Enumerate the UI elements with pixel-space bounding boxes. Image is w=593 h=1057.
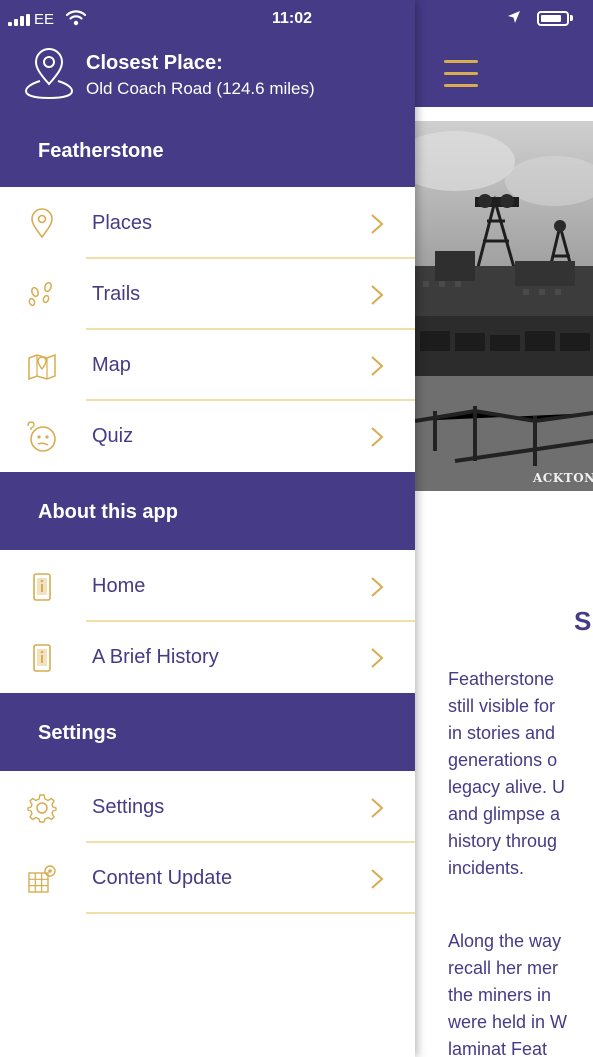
menu-item-label: Trails: [92, 283, 141, 305]
intro-paragraph: Featherstone still visible for in stories …: [448, 666, 593, 882]
chevron-right-icon: [371, 285, 384, 305]
signal-strength-icon: [8, 14, 32, 26]
hero-photo-caption: ACKTON H: [533, 471, 593, 485]
divider: [86, 912, 415, 914]
closest-place-title: Closest Place:: [86, 52, 223, 74]
closest-place-subtitle: Old Coach Road (124.6 miles): [86, 79, 315, 98]
menu-item-quiz[interactable]: Quiz: [0, 401, 415, 472]
paragraph-line: and glimpse a: [448, 804, 561, 824]
chevron-right-icon: [371, 869, 384, 889]
page-heading: S: [574, 606, 592, 636]
paragraph-line: in stories and: [448, 723, 556, 743]
menu-item-label: Quiz: [92, 425, 134, 447]
paragraph-line: Featherstone: [448, 669, 555, 689]
menu-item-settings[interactable]: Settings: [0, 772, 415, 843]
chevron-right-icon: [371, 577, 384, 597]
wifi-icon: [66, 10, 86, 26]
side-drawer: EE 11:02 Closest Place: Old Coach Road (…: [0, 0, 415, 1057]
paragraph-line: history throug: [448, 831, 558, 851]
menu-item-label: Settings: [92, 796, 165, 818]
menu-item-label: Content Update: [92, 867, 233, 889]
menu-item-label: A Brief History: [92, 646, 219, 668]
paragraph-line: still visible for: [448, 696, 556, 716]
section-header-featherstone: Featherstone: [0, 113, 415, 187]
chevron-right-icon: [371, 648, 384, 668]
thinking-face-icon: [27, 421, 56, 452]
chevron-right-icon: [371, 798, 384, 818]
menu-item-content-update[interactable]: Content Update: [0, 843, 415, 914]
status-bar-right: [415, 0, 593, 34]
paragraph-line: recall her mer: [448, 958, 559, 978]
section-title: Featherstone: [38, 140, 164, 162]
paragraph-line: laminat Feat: [448, 1039, 548, 1057]
section-header-settings: Settings: [0, 693, 415, 771]
hamburger-menu-icon[interactable]: [444, 58, 478, 90]
footprints-icon: [28, 281, 52, 307]
chevron-right-icon: [371, 427, 384, 447]
gear-icon: [27, 794, 57, 823]
menu-item-home[interactable]: Home: [0, 551, 415, 622]
location-pin-icon: [31, 208, 53, 239]
section-title: Settings: [38, 722, 117, 744]
menu-item-label: Places: [92, 212, 153, 234]
paragraph-line: were held in W: [448, 1012, 568, 1032]
paragraph-line: Along the way: [448, 931, 562, 951]
map-icon: [28, 353, 56, 381]
menu-item-map[interactable]: Map: [0, 330, 415, 401]
battery-icon: [537, 11, 569, 26]
section-title: About this app: [38, 501, 178, 523]
location-pin-icon: [24, 48, 74, 100]
status-time: 11:02: [272, 10, 313, 27]
closest-place-banner[interactable]: Closest Place: Old Coach Road (124.6 mil…: [0, 40, 415, 110]
location-arrow-icon: [508, 11, 520, 23]
info-phone-icon: [33, 573, 51, 601]
menu-item-brief-history[interactable]: A Brief History: [0, 622, 415, 693]
section-header-about: About this app: [0, 472, 415, 550]
paragraph-line: legacy alive. U: [448, 777, 566, 797]
status-bar: EE 11:02: [0, 0, 415, 34]
content-update-icon: [28, 865, 56, 893]
paragraph-line: incidents.: [448, 858, 525, 878]
menu-item-trails[interactable]: Trails: [0, 259, 415, 330]
chevron-right-icon: [371, 356, 384, 376]
info-phone-icon: [33, 644, 51, 672]
main-header-bar: [415, 0, 593, 107]
hero-photo: ACKTON H: [415, 121, 593, 491]
menu-item-label: Map: [92, 354, 131, 376]
carrier-label: EE: [34, 11, 55, 28]
menu-item-label: Home: [92, 575, 146, 597]
menu-item-places[interactable]: Places: [0, 188, 415, 259]
second-paragraph: Along the way recall her mer the miners in…: [448, 928, 593, 1057]
chevron-right-icon: [371, 214, 384, 234]
main-content: ACKTON H S Featherstone still visible for…: [415, 0, 593, 1057]
paragraph-line: generations o: [448, 750, 558, 770]
paragraph-line: the miners in: [448, 985, 552, 1005]
